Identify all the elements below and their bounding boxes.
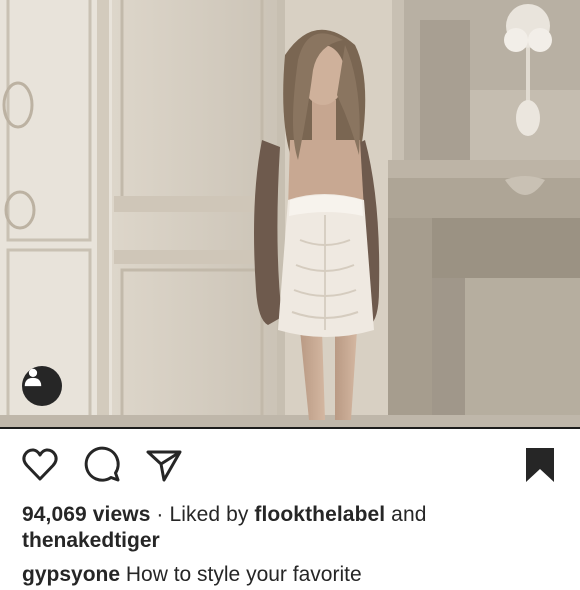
paper-plane-icon <box>146 450 182 482</box>
comment-button[interactable] <box>82 445 122 485</box>
views-count[interactable]: 94,069 views <box>22 503 150 526</box>
liked-by-label: Liked by <box>169 503 255 526</box>
post-media[interactable] <box>0 0 580 427</box>
post-photo <box>0 0 580 427</box>
liked-user-link[interactable]: flookthelabel <box>254 503 385 526</box>
liked-by-continuation: thenakedtiger <box>22 526 160 556</box>
media-divider <box>0 427 580 429</box>
caption-username-link[interactable]: gypsyone <box>22 563 120 586</box>
post-action-bar <box>0 440 580 490</box>
liked-user-link-2[interactable]: thenakedtiger <box>22 529 160 552</box>
save-button[interactable] <box>520 445 560 485</box>
post-caption: gypsyone How to style your favorite <box>22 560 362 590</box>
bookmark-filled-icon <box>526 448 554 482</box>
user-silhouette-icon <box>24 368 42 387</box>
heart-outline-icon <box>22 448 58 481</box>
user-tag-button[interactable] <box>22 366 62 406</box>
share-button[interactable] <box>144 445 184 485</box>
speech-bubble-icon <box>84 446 120 482</box>
like-button[interactable] <box>20 445 60 485</box>
and-label: and <box>385 503 427 526</box>
caption-text: How to style your favorite <box>120 563 362 586</box>
separator-dot: · <box>150 503 170 526</box>
